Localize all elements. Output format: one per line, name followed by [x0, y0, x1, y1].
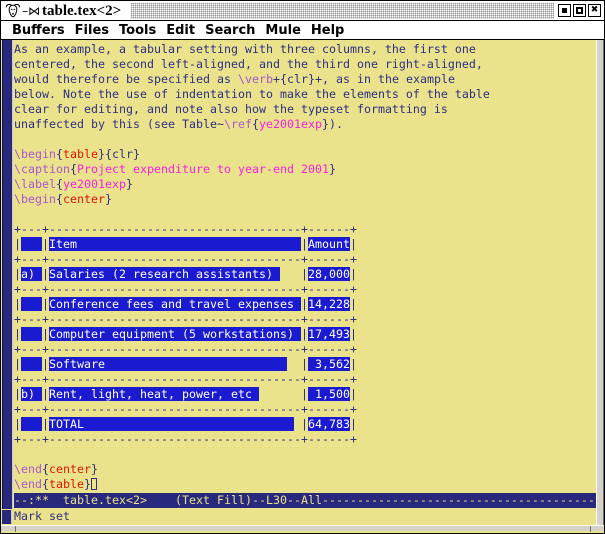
- buffer-line[interactable]: \begin{center}: [14, 192, 596, 207]
- minibuffer[interactable]: Mark set: [1, 509, 596, 525]
- menu-item-mule[interactable]: Mule: [260, 23, 305, 38]
- buffer-line[interactable]: \begin{table}{clr}: [14, 147, 596, 162]
- buffer-line[interactable]: \end{table}: [14, 477, 596, 492]
- buffer-line[interactable]: +---+-----------------------------------…: [14, 342, 596, 357]
- buffer-line[interactable]: | |Computer equipment (5 workstations) |…: [14, 327, 596, 342]
- menu-item-buffers[interactable]: Buffers: [7, 23, 70, 38]
- buffer-line[interactable]: +---+-----------------------------------…: [14, 372, 596, 387]
- buffer-text-area[interactable]: As an example, a tabular setting with th…: [14, 42, 596, 492]
- scrollbar[interactable]: [2, 40, 13, 509]
- buffer-line[interactable]: [14, 132, 596, 147]
- minibuffer-message: Mark set: [14, 509, 70, 524]
- window-bottom-resize-border[interactable]: [1, 525, 604, 531]
- buffer-line[interactable]: clear for editing, and note also how the…: [14, 102, 596, 117]
- emacs-frame: –⋈ table.tex<2> ✖ BuffersFilesToolsEditS…: [0, 0, 605, 534]
- close-button[interactable]: ✖: [588, 4, 601, 17]
- buffer-line[interactable]: \end{center}: [14, 462, 596, 477]
- buffer-line[interactable]: unaffected by this (see Table~\ref{ye200…: [14, 117, 596, 132]
- frame-corner-notch: [15, 526, 16, 532]
- window-title: table.tex<2>: [42, 1, 129, 21]
- mode-line[interactable]: --:** table.tex<2> (Text Fill)--L30--All…: [14, 493, 596, 508]
- buffer-line[interactable]: As an example, a tabular setting with th…: [14, 42, 596, 57]
- buffer-line[interactable]: +---+-----------------------------------…: [14, 432, 596, 447]
- buffer-line[interactable]: | |Item |Amount|: [14, 237, 596, 252]
- text-cursor: [91, 478, 97, 490]
- minimize-icon: [562, 8, 567, 13]
- buffer-line[interactable]: | |Conference fees and travel expenses |…: [14, 297, 596, 312]
- buffer-line[interactable]: \caption{Project expenditure to year-end…: [14, 162, 596, 177]
- titlebar-pin-icon: –⋈: [22, 4, 40, 18]
- menu-bar: BuffersFilesToolsEditSearchMuleHelp: [1, 21, 604, 40]
- close-icon: ✖: [591, 6, 599, 15]
- buffer-line[interactable]: +---+-----------------------------------…: [14, 222, 596, 237]
- menu-item-files[interactable]: Files: [70, 23, 114, 38]
- titlebar-stipple[interactable]: [131, 3, 554, 19]
- gnu-emacs-icon: [4, 2, 22, 19]
- buffer-line[interactable]: +---+-----------------------------------…: [14, 402, 596, 417]
- window-controls: ✖: [556, 2, 604, 19]
- buffer-line[interactable]: centered, the second left-aligned, and t…: [14, 57, 596, 72]
- titlebar[interactable]: –⋈ table.tex<2> ✖: [1, 1, 604, 21]
- buffer-line[interactable]: below. Note the use of indentation to ma…: [14, 87, 596, 102]
- buffer-line[interactable]: +---+-----------------------------------…: [14, 312, 596, 327]
- buffer-line[interactable]: +---+-----------------------------------…: [14, 252, 596, 267]
- maximize-button[interactable]: [573, 4, 586, 17]
- minibuffer-scrollbar: [2, 510, 12, 524]
- menu-item-search[interactable]: Search: [200, 23, 260, 38]
- buffer-line[interactable]: |b) |Rent, light, heat, power, etc | 1,5…: [14, 387, 596, 402]
- menu-item-help[interactable]: Help: [306, 23, 349, 38]
- frame-corner-notch: [590, 526, 591, 532]
- buffer-line[interactable]: +---+-----------------------------------…: [14, 282, 596, 297]
- buffer-line[interactable]: would therefore be specified as \verb+{c…: [14, 72, 596, 87]
- minimize-button[interactable]: [558, 4, 571, 17]
- buffer-window[interactable]: As an example, a tabular setting with th…: [1, 40, 596, 525]
- buffer-line[interactable]: [14, 207, 596, 222]
- maximize-icon: [576, 7, 583, 14]
- window-right-resize-border[interactable]: [596, 40, 604, 525]
- buffer-line[interactable]: | |TOTAL |64,783|: [14, 417, 596, 432]
- buffer-line[interactable]: \label{ye2001exp}: [14, 177, 596, 192]
- menu-item-tools[interactable]: Tools: [114, 23, 161, 38]
- buffer-line[interactable]: | |Software | 3,562|: [14, 357, 596, 372]
- buffer-line[interactable]: |a) |Salaries (2 research assistants) |2…: [14, 267, 596, 282]
- buffer-line[interactable]: [14, 447, 596, 462]
- menu-item-edit[interactable]: Edit: [161, 23, 200, 38]
